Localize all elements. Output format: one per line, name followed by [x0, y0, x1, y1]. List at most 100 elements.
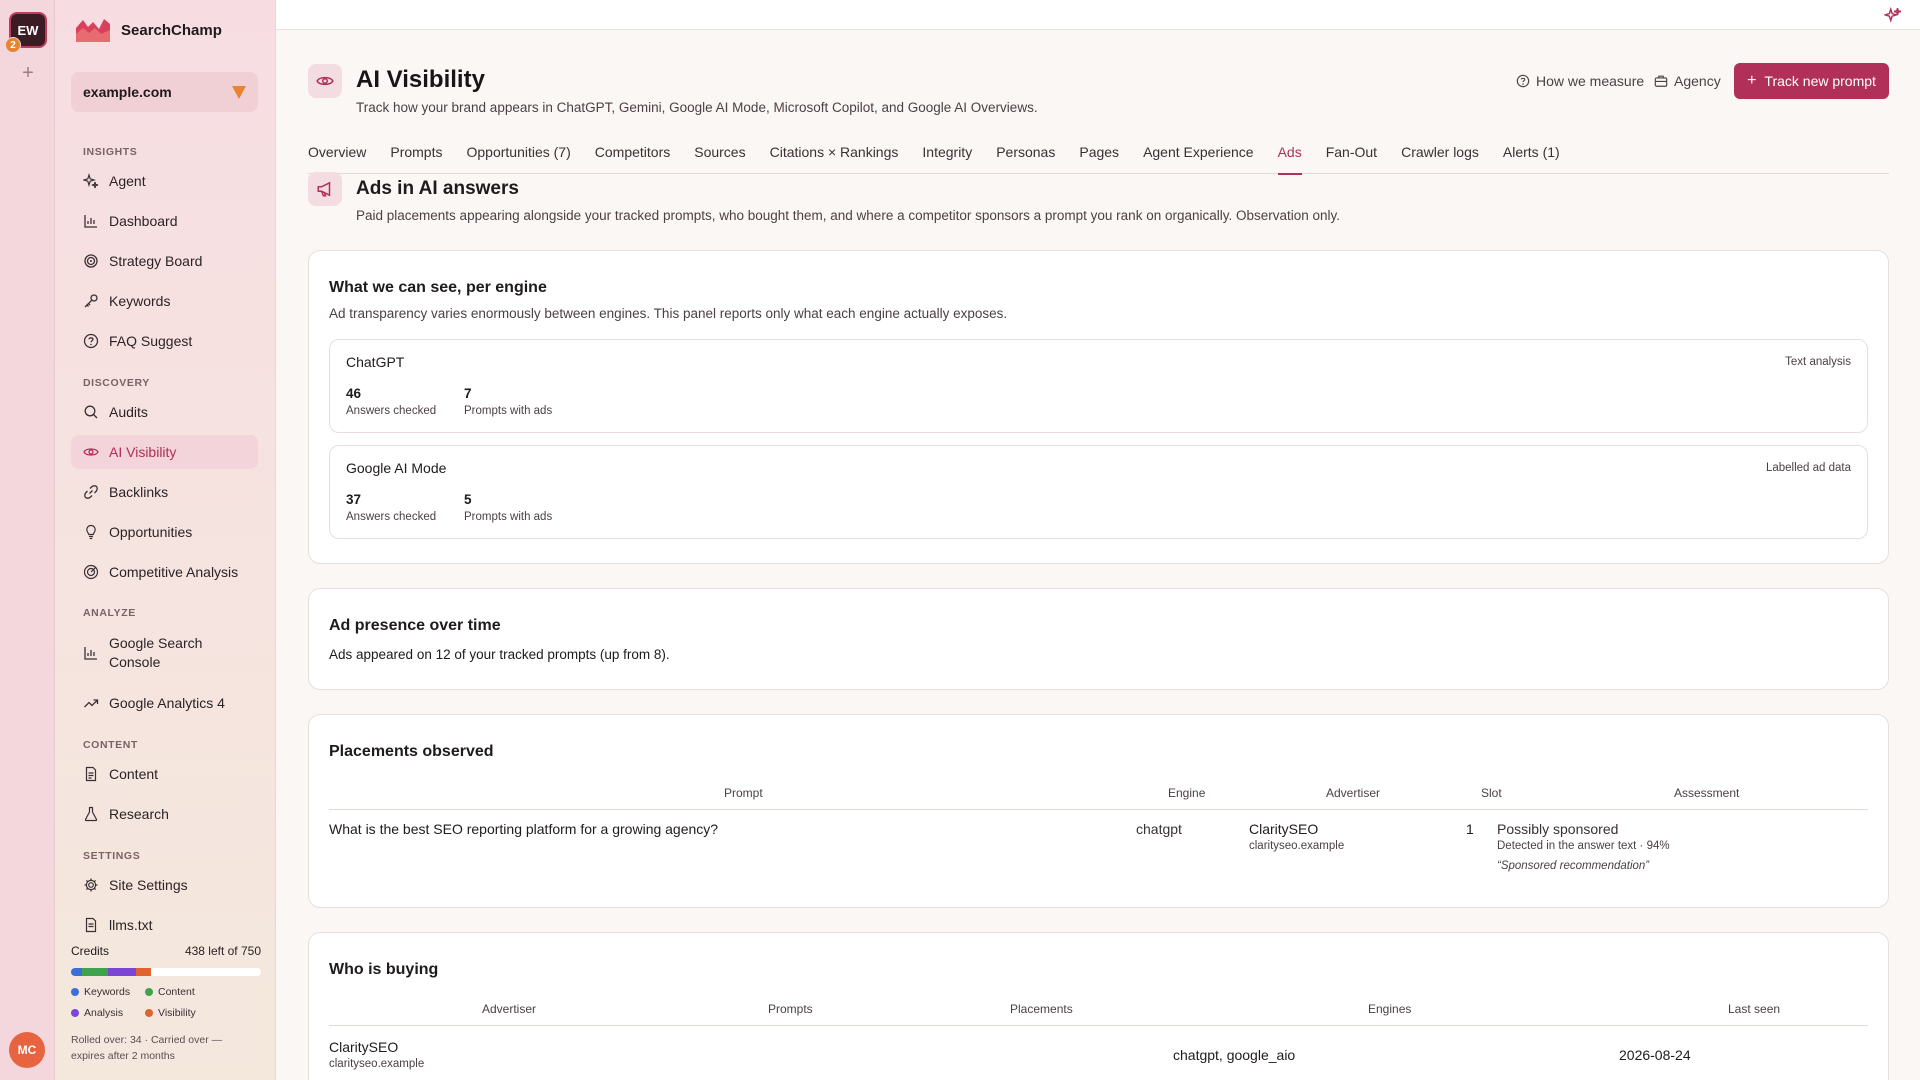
- table-divider: [329, 809, 1868, 810]
- sidebar-item-label-line2: Console: [109, 654, 161, 670]
- sidebar-item-strategy-board[interactable]: Strategy Board: [71, 244, 258, 278]
- legend-keywords: Keywords: [71, 986, 145, 998]
- bar-chart-icon: [84, 215, 97, 228]
- legend-label: Analysis: [84, 1007, 124, 1019]
- card-title: Placements observed: [329, 743, 494, 760]
- column-header-advertiser: Advertiser: [482, 1002, 537, 1016]
- nav-section-insights: INSIGHTS: [83, 146, 138, 158]
- legend-label: Content: [158, 986, 195, 998]
- tab-ads[interactable]: Ads: [1266, 144, 1314, 175]
- page-subtitle: Track how your brand appears in ChatGPT,…: [356, 100, 1038, 115]
- sidebar: SearchChamp example.com INSIGHTS Agent D…: [55, 0, 276, 1080]
- sidebar-item-dashboard[interactable]: Dashboard: [71, 204, 258, 238]
- sidebar-item-google-analytics[interactable]: Google Analytics 4: [71, 686, 258, 720]
- target-icon: [84, 254, 98, 268]
- sidebar-item-label: Keywords: [109, 293, 171, 309]
- sidebar-item-label: Dashboard: [109, 213, 178, 229]
- page-title: AI Visibility: [356, 66, 485, 93]
- brand[interactable]: SearchChamp: [75, 16, 222, 44]
- section-title: Ads in AI answers: [356, 178, 519, 199]
- key-icon: [84, 294, 98, 308]
- how-we-measure-label: How we measure: [1536, 73, 1645, 89]
- tab-crawler-logs[interactable]: Crawler logs: [1389, 144, 1491, 174]
- engine-method-tag: Text analysis: [1785, 356, 1851, 368]
- sidebar-item-audits[interactable]: Audits: [71, 395, 258, 429]
- site-selector[interactable]: example.com: [71, 72, 258, 112]
- table-divider: [329, 1025, 1868, 1026]
- stat-label: Prompts with ads: [464, 405, 553, 417]
- column-header-last-seen: Last seen: [1728, 1002, 1781, 1016]
- workspace-rail: EW 2 + MC: [0, 0, 55, 1080]
- sidebar-item-faq-suggest[interactable]: FAQ Suggest: [71, 324, 258, 358]
- prompts-with-ads-stat: 7 Prompts with ads: [464, 386, 552, 417]
- sidebar-item-opportunities[interactable]: Opportunities: [71, 515, 258, 549]
- stat-value: 7: [464, 386, 472, 401]
- nav-section-content: CONTENT: [83, 739, 138, 751]
- nav-section-discovery: DISCOVERY: [83, 377, 150, 389]
- stat-label: Prompts with ads: [464, 511, 553, 523]
- tab-citations-rankings[interactable]: Citations × Rankings: [758, 144, 911, 174]
- tab-fan-out[interactable]: Fan-Out: [1314, 144, 1389, 174]
- agency-link[interactable]: Agency: [1654, 73, 1721, 89]
- tab-opportunities-7[interactable]: Opportunities (7): [454, 144, 582, 174]
- tab-pages[interactable]: Pages: [1067, 144, 1131, 174]
- tab-prompts[interactable]: Prompts: [378, 144, 454, 174]
- bar-chart-icon: [84, 647, 97, 660]
- sidebar-item-keywords[interactable]: Keywords: [71, 284, 258, 318]
- placements-card: Placements observed Prompt Engine Advert…: [308, 714, 1889, 908]
- sidebar-item-site-settings[interactable]: Site Settings: [71, 868, 258, 902]
- sidebar-item-label: Content: [109, 766, 159, 782]
- sidebar-item-backlinks[interactable]: Backlinks: [71, 475, 258, 509]
- sidebar-item-agent[interactable]: Agent: [71, 164, 258, 198]
- track-new-prompt-label: Track new prompt: [1764, 73, 1876, 89]
- row-assessment-detail: Detected in the answer text · 94%: [1497, 840, 1670, 852]
- stat-value: 37: [346, 492, 362, 507]
- card-title: What we can see, per engine: [329, 279, 547, 296]
- tab-integrity[interactable]: Integrity: [910, 144, 984, 174]
- eye-icon: [83, 448, 99, 456]
- sidebar-item-label: llms.txt: [109, 917, 153, 933]
- top-bar: [276, 0, 1920, 30]
- sidebar-item-competitive-analysis[interactable]: Competitive Analysis: [71, 555, 258, 589]
- sidebar-item-label: Audits: [109, 404, 148, 420]
- sparkles-icon[interactable]: [1884, 7, 1902, 25]
- tab-overview[interactable]: Overview: [308, 144, 378, 174]
- tab-competitors[interactable]: Competitors: [583, 144, 682, 174]
- sidebar-item-ai-visibility[interactable]: AI Visibility: [71, 435, 258, 469]
- trending-up-icon: [84, 699, 99, 708]
- column-header-prompts: Prompts: [768, 1002, 813, 1016]
- answers-checked-stat: 37 Answers checked: [346, 492, 436, 523]
- sidebar-item-label: AI Visibility: [109, 444, 177, 460]
- nav-section-settings: SETTINGS: [83, 850, 141, 862]
- card-title: Who is buying: [329, 961, 439, 978]
- sidebar-item-label: Opportunities: [109, 524, 193, 540]
- track-new-prompt-button[interactable]: + Track new prompt: [1734, 63, 1889, 99]
- legend-analysis: Analysis: [71, 1007, 145, 1019]
- sidebar-item-content[interactable]: Content: [71, 757, 258, 791]
- legend-label: Visibility: [158, 1007, 196, 1019]
- sidebar-item-google-search-console[interactable]: Google Search Console: [71, 631, 258, 675]
- gear-icon: [84, 878, 98, 892]
- how-we-measure-link[interactable]: How we measure: [1516, 73, 1644, 89]
- user-avatar[interactable]: MC: [9, 1032, 45, 1068]
- sidebar-item-research[interactable]: Research: [71, 797, 258, 831]
- column-header-placements: Placements: [1010, 1002, 1073, 1016]
- sidebar-item-label: Google Analytics 4: [109, 695, 225, 711]
- sidebar-item-label: Site Settings: [109, 877, 188, 893]
- plus-icon: +: [1747, 72, 1757, 89]
- card-subtitle: Ad transparency varies enormously betwee…: [329, 306, 1008, 321]
- tab-agent-experience[interactable]: Agent Experience: [1131, 144, 1266, 174]
- column-header-prompt: Prompt: [724, 786, 763, 800]
- tab-alerts-1[interactable]: Alerts (1): [1491, 144, 1572, 174]
- lightbulb-icon: [86, 524, 96, 540]
- search-icon: [84, 405, 98, 419]
- sidebar-item-label: Agent: [109, 173, 146, 189]
- row-advertiser: ClaritySEO: [329, 1039, 399, 1055]
- tab-sources[interactable]: Sources: [682, 144, 757, 174]
- document-icon: [85, 766, 97, 782]
- briefcase-icon: [1654, 75, 1668, 87]
- add-workspace-button[interactable]: +: [18, 62, 38, 85]
- tab-personas[interactable]: Personas: [984, 144, 1067, 174]
- section-subtitle: Paid placements appearing alongside your…: [356, 208, 1341, 223]
- credits-label: Credits: [71, 944, 110, 958]
